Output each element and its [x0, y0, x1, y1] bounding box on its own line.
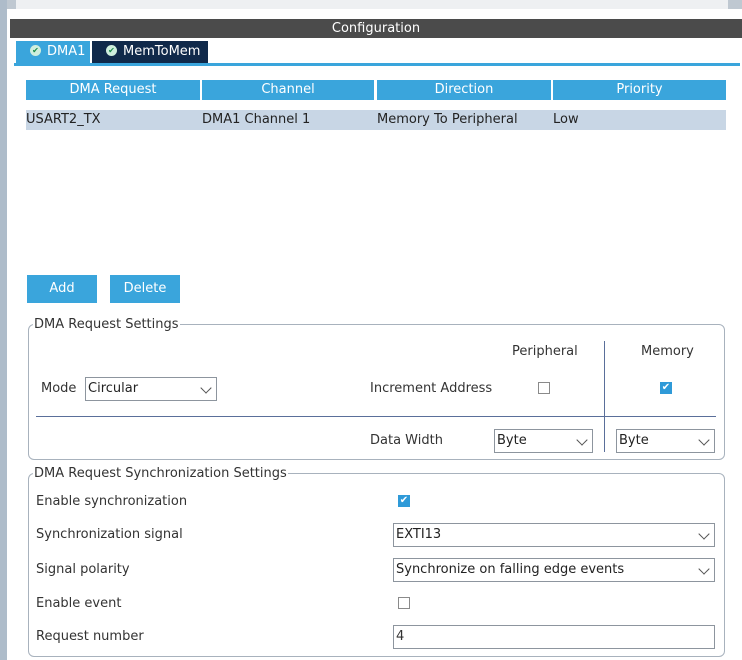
add-button[interactable]: Add: [27, 275, 97, 303]
left-edge-bar: [0, 0, 7, 660]
column-header-channel[interactable]: Channel: [202, 80, 374, 100]
signal-polarity-label: Signal polarity: [36, 562, 130, 577]
peripheral-column-label: Peripheral: [512, 344, 578, 359]
mode-select-value: Circular: [88, 381, 139, 396]
sync-signal-select[interactable]: EXTI13: [393, 523, 715, 547]
check-circle-icon: ✔: [106, 45, 117, 56]
peripheral-data-width-select[interactable]: Byte: [494, 429, 593, 453]
tab-memtomem[interactable]: ✔ MemToMem: [92, 41, 208, 63]
request-number-label: Request number: [36, 629, 144, 644]
dma-request-settings-title: DMA Request Settings: [33, 317, 180, 333]
signal-polarity-select[interactable]: Synchronize on falling edge events: [393, 558, 715, 582]
chevron-down-icon: [200, 382, 212, 394]
sync-settings-title: DMA Request Synchronization Settings: [33, 466, 288, 482]
cell-priority: Low: [553, 112, 579, 127]
column-header-direction[interactable]: Direction: [377, 80, 551, 100]
column-header-priority[interactable]: Priority: [553, 80, 726, 100]
chevron-down-icon: [698, 563, 710, 575]
enable-sync-checkbox[interactable]: ✔: [398, 495, 410, 507]
increment-address-label: Increment Address: [370, 381, 493, 396]
cell-dma-request: USART2_TX: [26, 112, 101, 127]
checkmark-icon: ✔: [661, 382, 671, 393]
sync-signal-label: Synchronization signal: [36, 527, 183, 542]
table-row[interactable]: [26, 110, 726, 130]
tab-dma1-label: DMA1: [47, 44, 86, 59]
memory-data-width-value: Byte: [619, 433, 649, 448]
checkmark-icon: ✔: [399, 495, 409, 506]
top-strip-panel: [16, 0, 728, 9]
memory-column-label: Memory: [641, 344, 694, 359]
enable-event-checkbox[interactable]: [398, 597, 410, 609]
tab-dma1[interactable]: ✔ DMA1: [16, 41, 90, 63]
mode-select[interactable]: Circular: [85, 377, 217, 401]
mode-label: Mode: [41, 381, 77, 396]
memory-increment-checkbox[interactable]: ✔: [660, 382, 672, 394]
enable-event-label: Enable event: [36, 596, 122, 611]
tab-memtomem-label: MemToMem: [123, 44, 201, 59]
peripheral-increment-checkbox[interactable]: [538, 382, 550, 394]
configuration-title: Configuration: [331, 21, 421, 36]
delete-button[interactable]: Delete: [110, 275, 180, 303]
chevron-down-icon: [698, 528, 710, 540]
cell-channel: DMA1 Channel 1: [202, 112, 311, 127]
cell-direction: Memory To Peripheral: [377, 112, 518, 127]
configuration-header: Configuration: [10, 19, 742, 38]
section-divider: [36, 416, 716, 417]
sync-signal-value: EXTI13: [396, 527, 442, 542]
request-number-value: 4: [396, 629, 405, 644]
memory-data-width-select[interactable]: Byte: [616, 429, 715, 453]
signal-polarity-value: Synchronize on falling edge events: [396, 562, 625, 577]
tab-underline: [14, 63, 740, 66]
request-number-input[interactable]: 4: [393, 625, 715, 649]
peripheral-data-width-value: Byte: [497, 433, 527, 448]
chevron-down-icon: [576, 434, 588, 446]
chevron-down-icon: [698, 434, 710, 446]
check-circle-icon: ✔: [30, 45, 41, 56]
column-divider: [604, 341, 605, 452]
enable-sync-label: Enable synchronization: [36, 494, 188, 509]
data-width-label: Data Width: [370, 433, 443, 448]
column-header-dma-request[interactable]: DMA Request: [26, 80, 200, 100]
